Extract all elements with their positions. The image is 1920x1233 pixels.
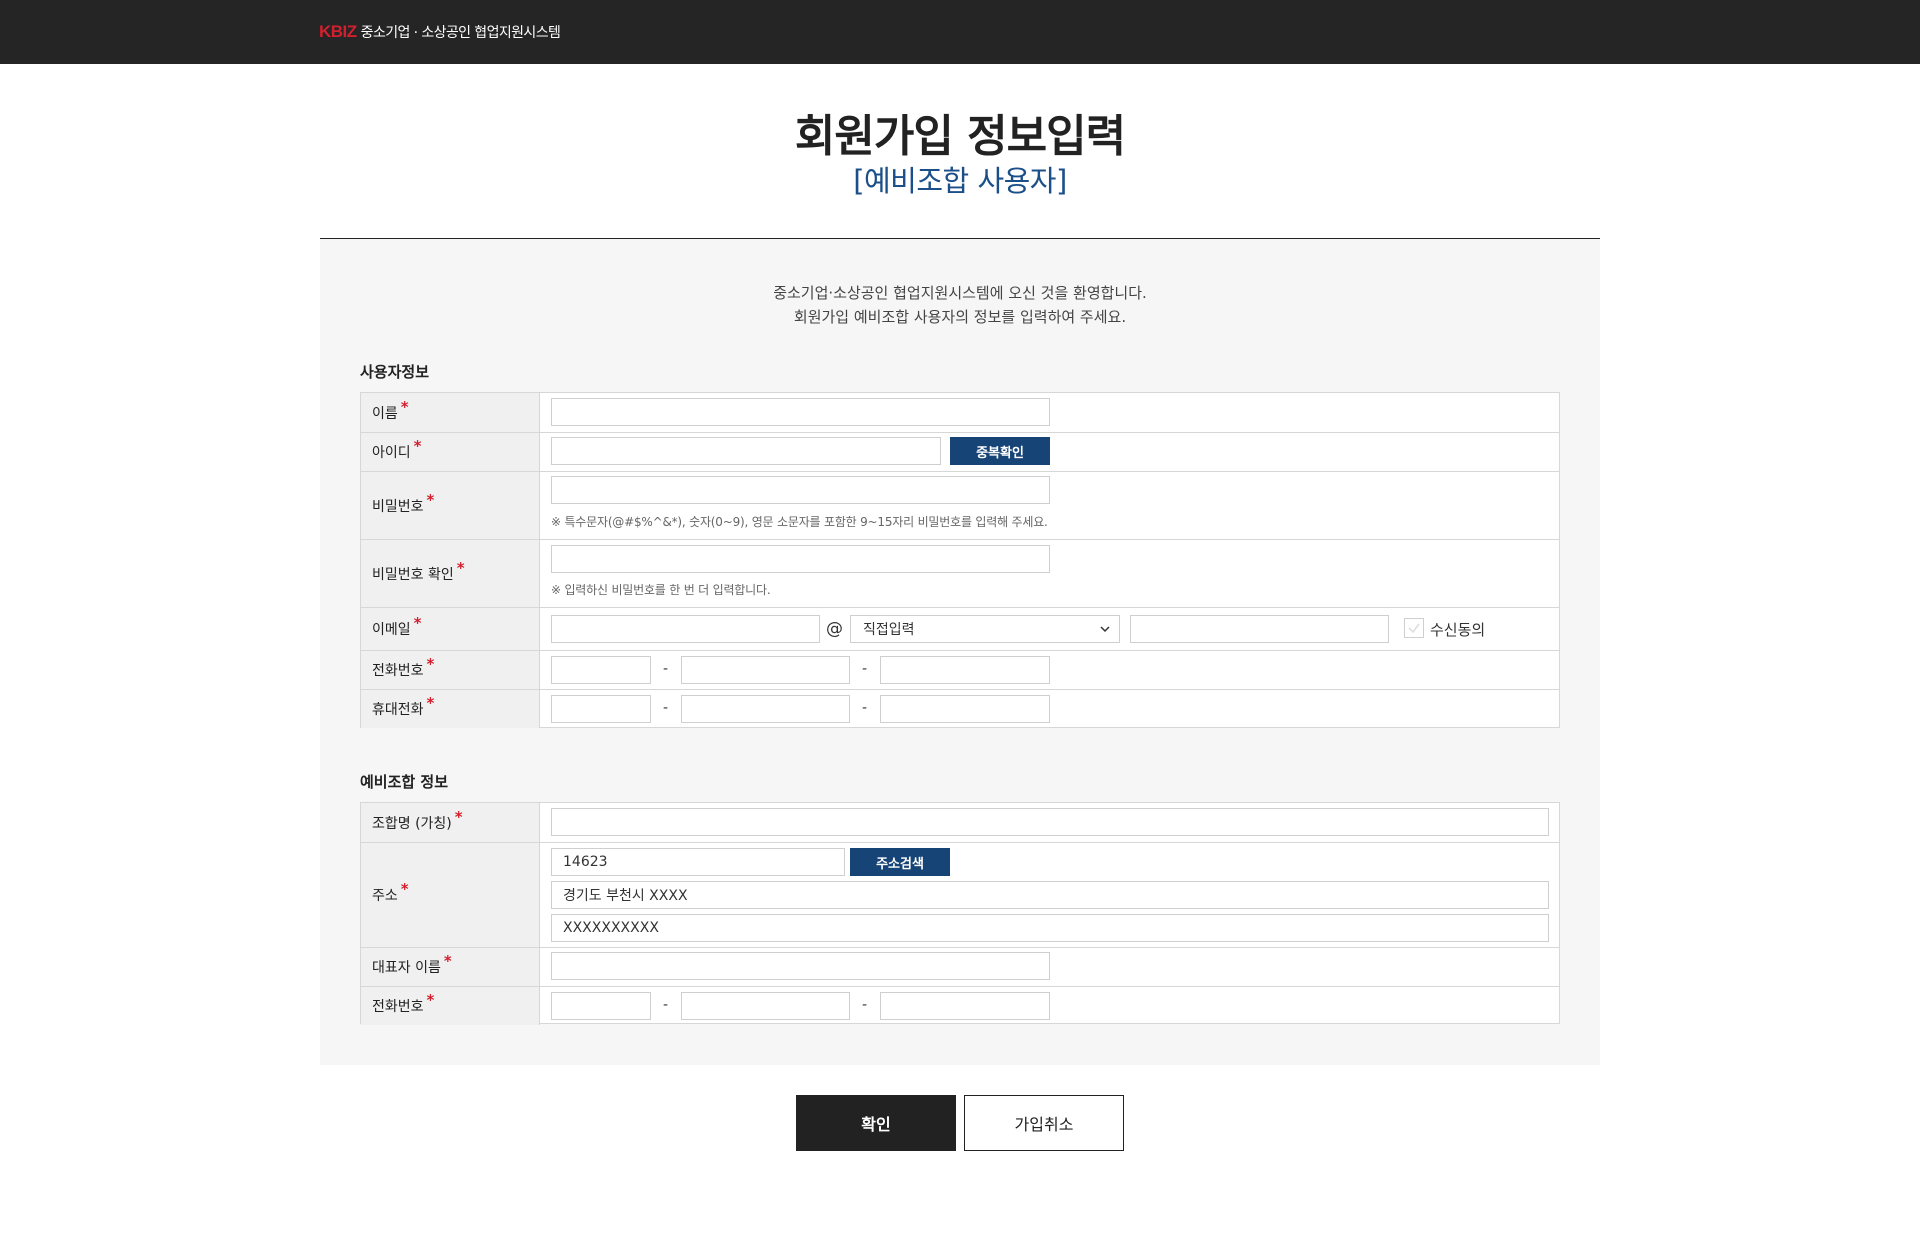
section-title-union-info: 예비조합 정보	[360, 773, 449, 791]
row-union-name: 조합명 (가칭) *	[361, 803, 1559, 842]
chevron-down-icon	[1100, 626, 1110, 633]
section-title-user-info: 사용자정보	[360, 363, 430, 381]
row-id: 아이디 * 중복확인	[361, 432, 1559, 471]
email-consent-label[interactable]: 수신동의	[1430, 619, 1485, 640]
row-mobile: 휴대전화 * - -	[361, 689, 1559, 728]
mobile-part-2[interactable]	[681, 695, 850, 723]
row-rep-name: 대표자 이름 *	[361, 947, 1559, 986]
kbiz-logo: KBIZ	[319, 22, 357, 41]
required-mark: *	[413, 614, 422, 632]
dash: -	[862, 700, 868, 716]
dash: -	[862, 997, 868, 1013]
address-line-2-input[interactable]: XXXXXXXXXX	[551, 914, 1549, 942]
confirm-button[interactable]: 확인	[796, 1095, 956, 1151]
row-password-confirm: 비밀번호 확인 * ※ 입력하신 비밀번호를 한 번 더 입력합니다.	[361, 539, 1559, 607]
label-rep-name: 대표자 이름 *	[361, 948, 540, 986]
form-panel: 중소기업·소상공인 협업지원시스템에 오신 것을 환영합니다. 회원가입 예비조…	[320, 238, 1600, 1065]
phone-part-3[interactable]	[880, 656, 1050, 684]
dash: -	[862, 661, 868, 677]
cancel-signup-button[interactable]: 가입취소	[964, 1095, 1124, 1151]
union-phone-part-3[interactable]	[880, 992, 1050, 1020]
check-icon	[1408, 623, 1420, 634]
password-confirm-hint: ※ 입력하신 비밀번호를 한 번 더 입력합니다.	[551, 583, 771, 597]
logo[interactable]: KBIZ 중소기업 · 소상공인 협업지원시스템	[319, 21, 561, 43]
required-mark: *	[454, 807, 463, 826]
email-consent-checkbox[interactable]	[1404, 618, 1424, 638]
required-mark: *	[413, 437, 422, 455]
required-mark: *	[426, 655, 435, 673]
required-mark: *	[426, 694, 435, 712]
row-name: 이름 *	[361, 393, 1559, 432]
dash: -	[663, 661, 669, 677]
id-input[interactable]	[551, 437, 941, 465]
row-address: 주소 * 14623 주소검색 경기도 부천시 XXXX XXXXXXXXXX	[361, 842, 1559, 947]
user-info-table: 이름 * 아이디 * 중복확인 비밀번호 * ※ 특수문자(@#$%^&*), 숫자(…	[360, 392, 1560, 728]
password-confirm-input[interactable]	[551, 545, 1050, 573]
union-phone-part-2[interactable]	[681, 992, 850, 1020]
required-mark: *	[426, 991, 435, 1009]
label-password-confirm: 비밀번호 확인 *	[361, 540, 540, 607]
label-address: 주소 *	[361, 843, 540, 947]
email-at-sign: @	[826, 619, 843, 639]
required-mark: *	[400, 880, 409, 898]
password-hint: ※ 특수문자(@#$%^&*), 숫자(0~9), 영문 소문자를 포함한 9~…	[551, 515, 1048, 529]
label-union-phone: 전화번호 *	[361, 987, 540, 1025]
required-mark: *	[400, 397, 409, 416]
label-mobile: 휴대전화 *	[361, 690, 540, 728]
zipcode-input[interactable]: 14623	[551, 848, 845, 876]
mobile-part-3[interactable]	[880, 695, 1050, 723]
phone-part-1[interactable]	[551, 656, 651, 684]
address-line-1-input[interactable]: 경기도 부천시 XXXX	[551, 881, 1549, 909]
union-info-table: 조합명 (가칭) * 주소 * 14623 주소검색 경기도 부천시 XXXX XX…	[360, 802, 1560, 1025]
name-input[interactable]	[551, 398, 1050, 426]
dash: -	[663, 997, 669, 1013]
top-bar: KBIZ 중소기업 · 소상공인 협업지원시스템	[0, 0, 1920, 64]
email-domain-input[interactable]	[1130, 615, 1389, 643]
system-name: 중소기업 · 소상공인 협업지원시스템	[360, 25, 561, 41]
rep-name-input[interactable]	[551, 952, 1050, 980]
required-mark: *	[456, 558, 465, 577]
row-email: 이메일 * @ 직접입력 수신동의	[361, 607, 1559, 650]
page-subtitle: [예비조합 사용자]	[853, 164, 1067, 198]
page-title: 회원가입 정보입력	[794, 111, 1126, 162]
mobile-part-1[interactable]	[551, 695, 651, 723]
email-domain-select[interactable]: 직접입력	[850, 615, 1120, 643]
label-union-name: 조합명 (가칭) *	[361, 803, 540, 842]
row-phone: 전화번호 * - -	[361, 650, 1559, 689]
duplicate-check-button[interactable]: 중복확인	[950, 437, 1050, 465]
label-id: 아이디 *	[361, 433, 540, 471]
dash: -	[663, 700, 669, 716]
password-input[interactable]	[551, 476, 1050, 504]
union-name-input[interactable]	[551, 808, 1549, 836]
required-mark: *	[426, 490, 435, 509]
intro-line-2: 회원가입 예비조합 사용자의 정보를 입력하여 주세요.	[793, 308, 1127, 326]
union-phone-part-1[interactable]	[551, 992, 651, 1020]
required-mark: *	[443, 952, 452, 970]
email-local-input[interactable]	[551, 615, 820, 643]
phone-part-2[interactable]	[681, 656, 850, 684]
row-union-phone: 전화번호 * - -	[361, 986, 1559, 1025]
label-email: 이메일 *	[361, 608, 540, 650]
intro-line-1: 중소기업·소상공인 협업지원시스템에 오신 것을 환영합니다.	[773, 284, 1147, 302]
label-password: 비밀번호 *	[361, 472, 540, 539]
row-password: 비밀번호 * ※ 특수문자(@#$%^&*), 숫자(0~9), 영문 소문자를 …	[361, 471, 1559, 539]
label-phone: 전화번호 *	[361, 651, 540, 689]
address-search-button[interactable]: 주소검색	[850, 848, 950, 876]
label-name: 이름 *	[361, 393, 540, 432]
